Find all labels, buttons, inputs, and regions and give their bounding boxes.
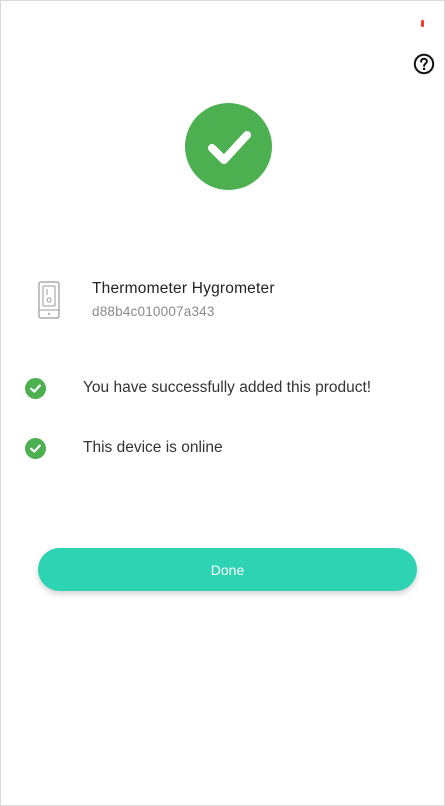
device-name: Thermometer Hygrometer bbox=[92, 280, 275, 297]
checkmark-icon bbox=[207, 130, 251, 164]
device-id: d88b4c010007a343 bbox=[92, 304, 215, 319]
status-row-online: This device is online bbox=[25, 437, 435, 461]
help-button[interactable] bbox=[411, 51, 437, 77]
thermometer-hygrometer-device-icon bbox=[38, 281, 60, 319]
success-badge bbox=[185, 103, 272, 190]
status-text-added: You have successfully added this product… bbox=[83, 379, 372, 396]
recording-indicator bbox=[421, 20, 424, 27]
status-text-online: This device is online bbox=[83, 439, 223, 456]
device-info: Thermometer Hygrometer d88b4c010007a343 bbox=[32, 277, 412, 327]
done-button[interactable]: Done bbox=[38, 548, 417, 591]
pairing-success-screen: Thermometer Hygrometer d88b4c010007a343 … bbox=[0, 0, 445, 806]
check-circle-icon bbox=[25, 438, 46, 459]
status-row-added: You have successfully added this product… bbox=[25, 377, 435, 401]
help-circle-icon bbox=[413, 53, 435, 75]
check-circle-icon bbox=[25, 378, 46, 399]
